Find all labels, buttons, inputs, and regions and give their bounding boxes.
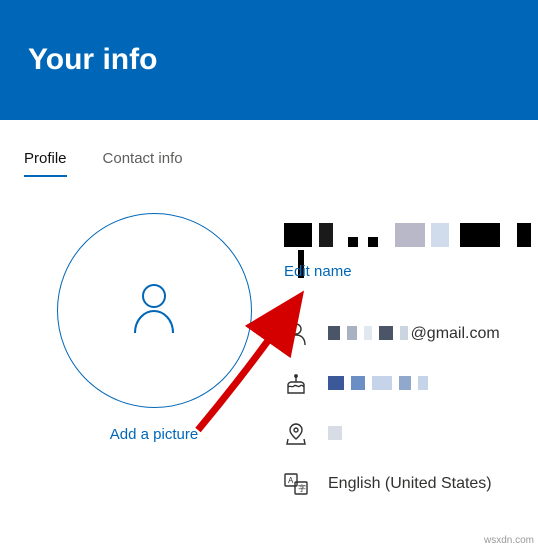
language-value: English (United States) (328, 475, 492, 493)
avatar-section: Add a picture (24, 213, 284, 520)
location-value (328, 426, 345, 443)
tab-contact-info[interactable]: Contact info (103, 150, 183, 177)
location-icon (284, 422, 308, 446)
cake-icon (284, 372, 308, 396)
email-row: @gmail.com (284, 320, 538, 348)
person-small-icon (284, 322, 308, 346)
watermark: wsxdn.com (484, 535, 534, 546)
tab-profile[interactable]: Profile (24, 150, 67, 177)
svg-text:A: A (288, 476, 294, 485)
content-area: Add a picture Edit name (0, 177, 538, 520)
tabs-bar: Profile Contact info (0, 120, 538, 177)
language-icon: A字 (284, 472, 308, 496)
edit-name-link[interactable]: Edit name (284, 263, 352, 280)
language-row: A字 English (United States) (284, 470, 538, 498)
avatar-placeholder[interactable] (57, 213, 252, 408)
location-row (284, 420, 538, 448)
birthday-value (328, 376, 431, 393)
email-value: @gmail.com (328, 325, 500, 343)
info-section: Edit name @gmail.com (284, 213, 538, 520)
add-picture-link[interactable]: Add a picture (110, 426, 198, 443)
display-name (284, 223, 538, 251)
birthday-row (284, 370, 538, 398)
svg-text:字: 字 (298, 483, 306, 493)
email-domain: @gmail.com (411, 325, 500, 342)
header-banner: Your info (0, 0, 538, 120)
person-icon (131, 283, 177, 338)
page-title: Your info (28, 43, 157, 77)
